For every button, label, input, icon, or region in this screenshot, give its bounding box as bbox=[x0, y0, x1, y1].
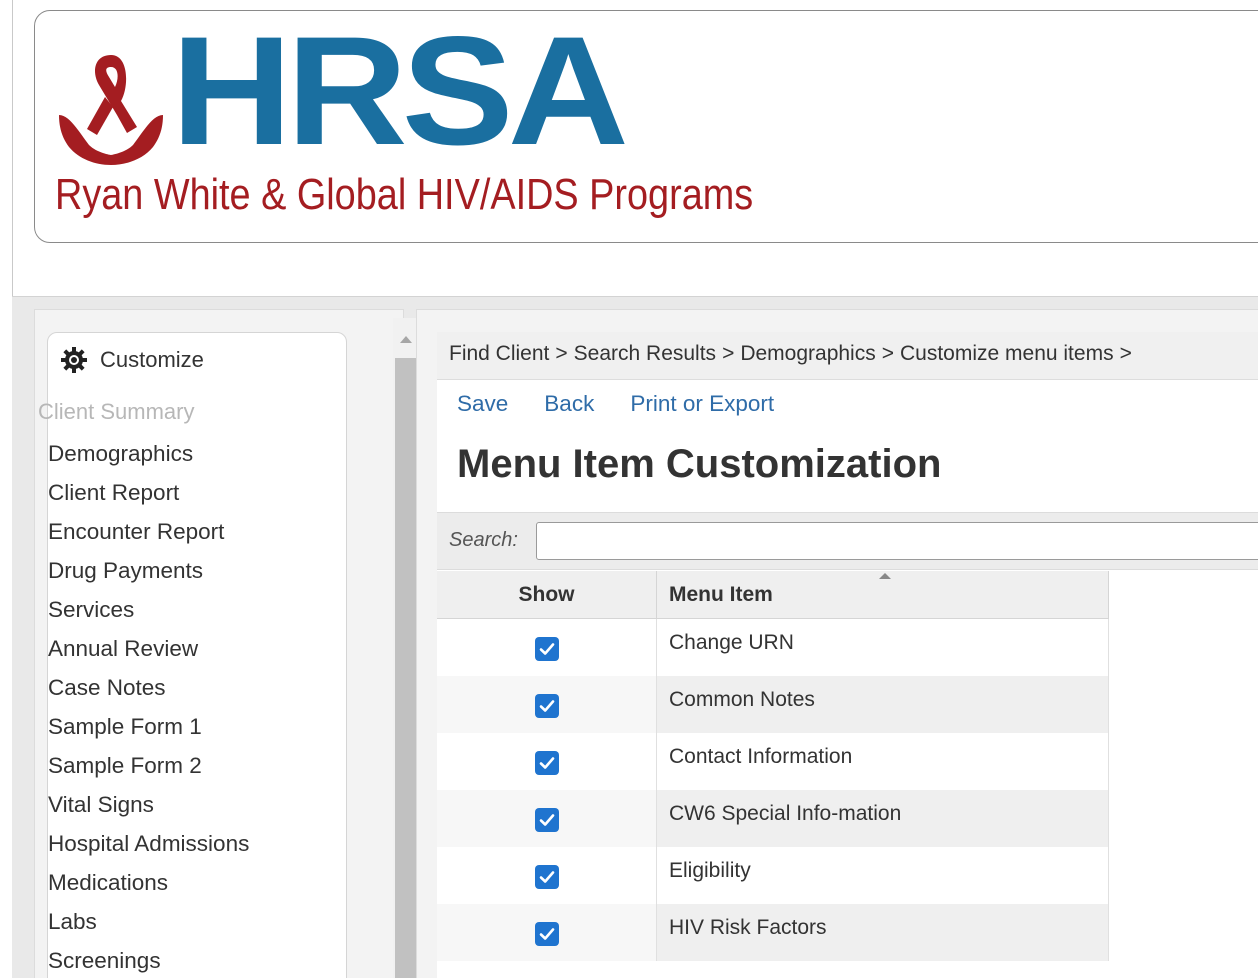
show-checkbox[interactable] bbox=[535, 865, 559, 889]
breadcrumb: Find Client > Search Results > Demographics >… bbox=[437, 332, 1258, 380]
show-checkbox[interactable] bbox=[535, 637, 559, 661]
sidebar-item-client-report[interactable]: Client Report bbox=[48, 473, 249, 512]
breadcrumb-find-client[interactable]: Find Client bbox=[449, 342, 549, 365]
sidebar-menu: Customize Client Summary Demographics Cl… bbox=[38, 332, 347, 978]
sidebar-item-screenings[interactable]: Screenings bbox=[48, 941, 249, 978]
menu-items-table: Show Menu Item Change URN Common Notes C… bbox=[437, 571, 1258, 961]
breadcrumb-separator: > bbox=[1119, 342, 1132, 365]
sidebar-item-sample-form-1[interactable]: Sample Form 1 bbox=[48, 707, 249, 746]
table-row: CW6 Special Info-mation bbox=[437, 790, 1258, 847]
breadcrumb-customize-menu-items: Customize menu items bbox=[900, 342, 1114, 365]
scroll-up-arrow-icon[interactable] bbox=[400, 336, 412, 343]
sidebar-item-services[interactable]: Services bbox=[48, 590, 249, 629]
sidebar-item-hospital-admissions[interactable]: Hospital Admissions bbox=[48, 824, 249, 863]
column-header-show[interactable]: Show bbox=[437, 571, 657, 619]
logo-acronym: HRSA bbox=[171, 4, 629, 178]
search-bar: Search: bbox=[437, 512, 1258, 570]
table-row: Eligibility bbox=[437, 847, 1258, 904]
show-checkbox[interactable] bbox=[535, 808, 559, 832]
gear-icon bbox=[61, 347, 87, 373]
sort-ascending-icon bbox=[879, 573, 891, 579]
sidebar-item-client-summary: Client Summary bbox=[38, 399, 195, 424]
menu-item-cell: Contact Information bbox=[657, 733, 1109, 790]
print-export-link[interactable]: Print or Export bbox=[630, 391, 774, 417]
checkbox-checked-icon bbox=[539, 814, 555, 826]
menu-item-cell: Eligibility bbox=[657, 847, 1109, 904]
breadcrumb-demographics[interactable]: Demographics bbox=[740, 342, 875, 365]
breadcrumb-separator: > bbox=[555, 342, 568, 365]
back-link[interactable]: Back bbox=[544, 391, 594, 417]
show-checkbox[interactable] bbox=[535, 694, 559, 718]
column-header-menu-item[interactable]: Menu Item bbox=[657, 571, 1109, 619]
checkbox-checked-icon bbox=[539, 928, 555, 940]
main-panel: Find Client > Search Results > Demographics >… bbox=[416, 309, 1258, 978]
table-header-filler bbox=[1109, 571, 1258, 619]
table-row: HIV Risk Factors bbox=[437, 904, 1258, 961]
search-input[interactable] bbox=[536, 522, 1258, 560]
table-row: Contact Information bbox=[437, 733, 1258, 790]
menu-item-cell: HIV Risk Factors bbox=[657, 904, 1109, 961]
show-cell bbox=[437, 619, 657, 676]
show-cell bbox=[437, 847, 657, 904]
sidebar-item-vital-signs[interactable]: Vital Signs bbox=[48, 785, 249, 824]
column-header-menu-item-label: Menu Item bbox=[669, 583, 773, 606]
sidebar-item-encounter-report[interactable]: Encounter Report bbox=[48, 512, 249, 551]
main-content: Find Client > Search Results > Demographics >… bbox=[437, 332, 1258, 978]
menu-item-cell: CW6 Special Info-mation bbox=[657, 790, 1109, 847]
customize-button[interactable]: Customize bbox=[60, 345, 204, 375]
checkbox-checked-icon bbox=[539, 643, 555, 655]
content-area: Customize Client Summary Demographics Cl… bbox=[12, 296, 1258, 978]
menu-item-cell: Common Notes bbox=[657, 676, 1109, 733]
sidebar-item-labs[interactable]: Labs bbox=[48, 902, 249, 941]
breadcrumb-separator: > bbox=[881, 342, 894, 365]
sidebar-item-annual-review[interactable]: Annual Review bbox=[48, 629, 249, 668]
checkbox-checked-icon bbox=[539, 757, 555, 769]
sidebar-item-demographics[interactable]: Demographics bbox=[48, 434, 249, 473]
header-logo-box: HRSA Ryan White & Global HIV/AIDS Progra… bbox=[34, 10, 1258, 243]
table-row: Change URN bbox=[437, 619, 1258, 676]
show-checkbox[interactable] bbox=[535, 922, 559, 946]
menu-item-cell: Change URN bbox=[657, 619, 1109, 676]
sidebar-item-sample-form-2[interactable]: Sample Form 2 bbox=[48, 746, 249, 785]
sidebar-item-drug-payments[interactable]: Drug Payments bbox=[48, 551, 249, 590]
toolbar: Save Back Print or Export bbox=[457, 382, 810, 426]
sidebar-item-medications[interactable]: Medications bbox=[48, 863, 249, 902]
sidebar-item-case-notes[interactable]: Case Notes bbox=[48, 668, 249, 707]
sidebar: Customize Client Summary Demographics Cl… bbox=[34, 309, 421, 978]
show-cell bbox=[437, 904, 657, 961]
program-name: Ryan White & Global HIV/AIDS Programs bbox=[55, 170, 754, 219]
sidebar-menu-list: Demographics Client Report Encounter Rep… bbox=[48, 434, 249, 978]
checkbox-checked-icon bbox=[539, 871, 555, 883]
show-cell bbox=[437, 676, 657, 733]
table-row: Common Notes bbox=[437, 676, 1258, 733]
show-cell bbox=[437, 733, 657, 790]
show-checkbox[interactable] bbox=[535, 751, 559, 775]
table-header: Show Menu Item bbox=[437, 571, 1258, 619]
breadcrumb-search-results[interactable]: Search Results bbox=[574, 342, 716, 365]
breadcrumb-separator: > bbox=[722, 342, 735, 365]
page-title: Menu Item Customization bbox=[457, 442, 942, 486]
red-ribbon-hands-icon bbox=[59, 55, 163, 165]
show-cell bbox=[437, 790, 657, 847]
customize-label: Customize bbox=[100, 347, 204, 372]
save-link[interactable]: Save bbox=[457, 391, 508, 417]
checkbox-checked-icon bbox=[539, 700, 555, 712]
search-label: Search: bbox=[449, 529, 518, 551]
